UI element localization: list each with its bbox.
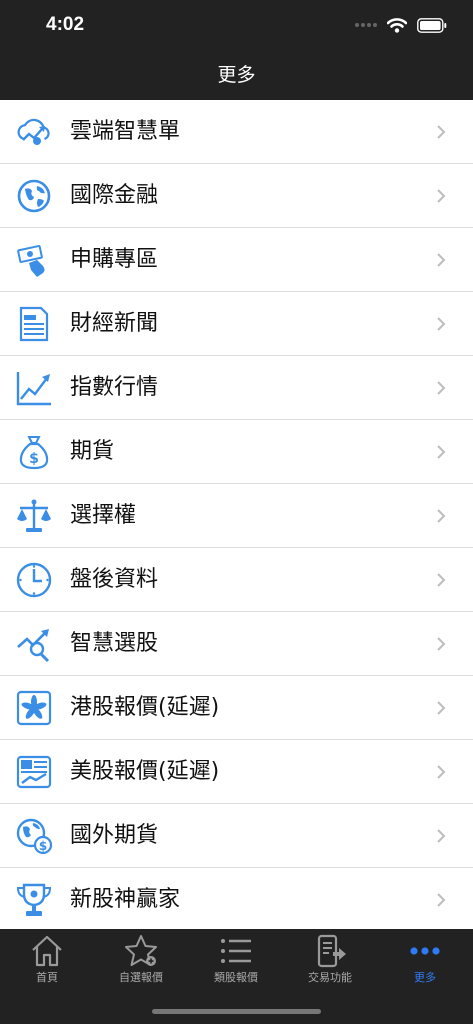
menu-item-hk-stock-quotes[interactable]: 港股報價(延遲): [0, 676, 473, 740]
menu-item-label: 選擇權: [70, 503, 137, 528]
menu-item-label: 國外期貨: [70, 823, 159, 848]
line-chart-icon: [16, 372, 51, 406]
menu-item-financial-news[interactable]: 財經新聞: [0, 292, 473, 356]
chevron-right-icon: [437, 317, 446, 331]
home-icon: [32, 935, 62, 967]
status-icons: [355, 14, 447, 36]
money-hand-icon: [17, 245, 45, 277]
tab-sector-quotes[interactable]: 類股報價: [189, 929, 283, 991]
chevron-right-icon: [437, 829, 446, 843]
scales-icon: [17, 499, 51, 532]
menu-item-label: 申購專區: [70, 247, 159, 272]
menu-item-label: 財經新聞: [70, 311, 159, 336]
wifi-icon: [387, 18, 407, 33]
menu-item-us-stock-quotes[interactable]: 美股報價(延遲): [0, 740, 473, 804]
trophy-icon: [16, 883, 52, 916]
page-title: 更多: [217, 64, 256, 86]
tab-home[interactable]: 首頁: [0, 929, 94, 991]
menu-item-label: 美股報價(延遲): [70, 759, 220, 784]
chevron-right-icon: [437, 509, 446, 523]
chevron-right-icon: [437, 189, 446, 203]
tab-label: 更多: [414, 971, 436, 984]
trend-magnifier-icon: [17, 629, 50, 663]
nav-bar: 更多: [0, 50, 473, 100]
menu-item-overseas-futures[interactable]: $ 國外期貨: [0, 804, 473, 868]
tab-trading[interactable]: 交易功能: [283, 929, 377, 991]
menu-item-ipo-subscription[interactable]: 申購專區: [0, 228, 473, 292]
list-icon: [221, 939, 251, 963]
us-flag-icon: [16, 755, 52, 789]
svg-text:$: $: [39, 839, 47, 853]
menu-list: 雲端智慧單 國際金融 申購專區 財經新聞 指數行情 $ 期貨 選擇權 盤後資料 …: [0, 100, 473, 929]
menu-item-label: 期貨: [70, 439, 115, 464]
cloud-chart-icon: [17, 118, 50, 145]
svg-text:$: $: [29, 451, 39, 467]
chevron-right-icon: [437, 445, 446, 459]
chevron-right-icon: [437, 253, 446, 267]
menu-item-label: 港股報價(延遲): [70, 695, 220, 720]
menu-item-label: 國際金融: [70, 183, 159, 208]
tab-label: 交易功能: [308, 971, 352, 984]
cellular-signal-icon: [355, 23, 377, 27]
globe-icon: [17, 179, 51, 213]
menu-item-new-stock-winner[interactable]: 新股神贏家: [0, 868, 473, 929]
star-icon: [125, 935, 157, 966]
menu-item-international-finance[interactable]: 國際金融: [0, 164, 473, 228]
money-bag-icon: $: [19, 436, 49, 470]
menu-item-smart-stock-picker[interactable]: 智慧選股: [0, 612, 473, 676]
menu-item-after-hours-data[interactable]: 盤後資料: [0, 548, 473, 612]
chevron-right-icon: [437, 125, 446, 139]
globe-dollar-icon: $: [16, 818, 53, 855]
hk-flag-icon: [16, 690, 52, 726]
home-indicator[interactable]: [152, 1009, 321, 1014]
chevron-right-icon: [437, 381, 446, 395]
chevron-right-icon: [437, 765, 446, 779]
status-bar: 4:02: [0, 0, 473, 50]
chevron-right-icon: [437, 573, 446, 587]
clock-icon: [16, 562, 52, 598]
newspaper-icon: [19, 306, 49, 342]
chevron-right-icon: [437, 637, 446, 651]
menu-item-cloud-smart-order[interactable]: 雲端智慧單: [0, 100, 473, 164]
tab-label: 首頁: [36, 971, 58, 984]
menu-item-index-quotes[interactable]: 指數行情: [0, 356, 473, 420]
tab-watchlist[interactable]: 自選報價: [94, 929, 188, 991]
menu-item-options[interactable]: 選擇權: [0, 484, 473, 548]
tab-label: 自選報價: [119, 971, 163, 984]
menu-item-label: 智慧選股: [70, 631, 159, 656]
menu-item-label: 雲端智慧單: [70, 119, 181, 144]
tab-more[interactable]: 更多: [378, 929, 472, 991]
phone-trade-icon: [317, 934, 346, 968]
battery-icon: [417, 17, 447, 33]
more-dots-icon: [410, 947, 440, 955]
menu-item-label: 指數行情: [70, 375, 159, 400]
chevron-right-icon: [437, 893, 446, 907]
chevron-right-icon: [437, 701, 446, 715]
status-time: 4:02: [46, 14, 85, 35]
tab-label: 類股報價: [214, 971, 258, 984]
menu-item-label: 新股神贏家: [70, 887, 181, 912]
menu-item-futures[interactable]: $ 期貨: [0, 420, 473, 484]
menu-item-label: 盤後資料: [70, 567, 159, 592]
